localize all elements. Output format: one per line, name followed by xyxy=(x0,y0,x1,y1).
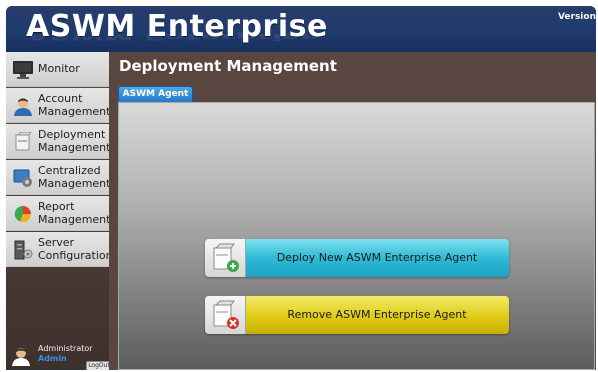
tab-aswm-agent[interactable]: ASWM Agent xyxy=(118,86,193,102)
app-header: ASWM Enterprise ASWM Enterprise Version xyxy=(6,6,596,52)
avatar xyxy=(10,346,32,366)
sidebar-item-label: Monitor xyxy=(38,62,80,75)
account-icon xyxy=(12,96,34,116)
app-window: ASWM Enterprise ASWM Enterprise Version … xyxy=(6,6,596,370)
report-icon xyxy=(12,204,34,224)
user-name: Administrator xyxy=(38,344,93,353)
remove-agent-label: Remove ASWM Enterprise Agent xyxy=(287,308,467,321)
deploy-icon xyxy=(205,239,246,277)
server-icon xyxy=(12,240,34,260)
sidebar: Monitor Account Management Deployment Ma… xyxy=(6,52,113,370)
page-title: Deployment Management xyxy=(119,57,337,75)
main-content: Deployment Management ASWM Agent Deploy … xyxy=(109,52,596,370)
sidebar-item-label: Centralized Management xyxy=(38,164,111,190)
remove-icon xyxy=(205,296,246,334)
sidebar-item-account-management[interactable]: Account Management xyxy=(6,88,111,123)
sidebar-item-label: Account Management xyxy=(38,92,111,118)
centralized-icon xyxy=(12,168,34,188)
monitor-icon xyxy=(12,60,34,80)
sidebar-item-label: Report Management xyxy=(38,200,111,226)
sidebar-item-label: Server Configuration xyxy=(38,236,113,262)
sidebar-item-report-management[interactable]: Report Management xyxy=(6,196,111,231)
user-role: Admin xyxy=(38,354,67,363)
sidebar-item-monitor[interactable]: Monitor xyxy=(6,52,109,87)
deploy-agent-button[interactable]: Deploy New ASWM Enterprise Agent xyxy=(205,239,509,277)
tab-panel: Deploy New ASWM Enterprise Agent Remove … xyxy=(118,102,595,370)
sidebar-item-label: Deployment Management xyxy=(38,128,111,154)
version-label: Version xyxy=(557,12,596,22)
sidebar-item-deployment-management[interactable]: Deployment Management xyxy=(6,124,111,159)
sidebar-item-server-configuration[interactable]: Server Configuration xyxy=(6,232,113,267)
app-title-reflection: ASWM Enterprise xyxy=(26,31,321,43)
remove-agent-button[interactable]: Remove ASWM Enterprise Agent xyxy=(205,296,509,334)
deploy-agent-label: Deploy New ASWM Enterprise Agent xyxy=(276,251,478,264)
deployment-icon xyxy=(12,131,34,152)
sidebar-item-centralized-management[interactable]: Centralized Management xyxy=(6,160,111,195)
